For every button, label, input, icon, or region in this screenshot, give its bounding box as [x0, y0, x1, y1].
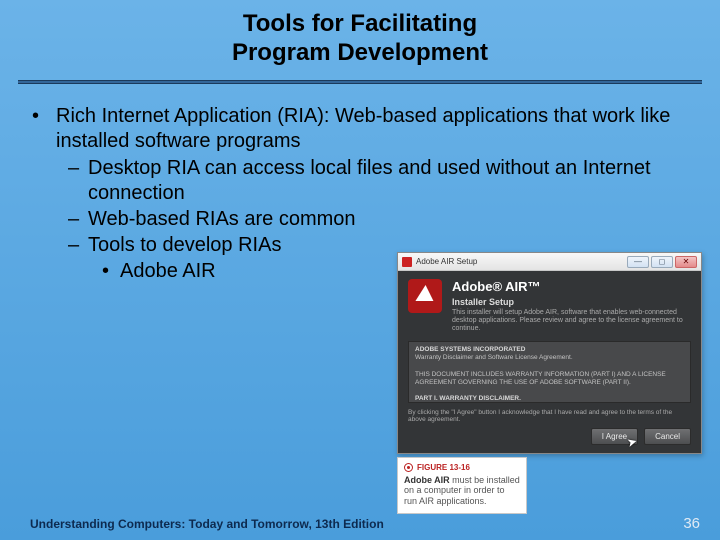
maximize-button[interactable]: ◻	[651, 256, 673, 268]
figure-label-row: FIGURE 13-16	[404, 463, 520, 473]
slide-title-line2: Program Development	[0, 39, 720, 68]
installer-brand: Adobe® AIR™	[452, 279, 691, 294]
bullet-text: Adobe AIR	[120, 259, 216, 284]
installer-footer-note: By clicking the "I Agree" button I ackno…	[408, 409, 672, 423]
bullet-text: Desktop RIA can access local files and u…	[88, 156, 688, 206]
slide-title-area: Tools for Facilitating Program Developme…	[0, 0, 720, 76]
dash-marker: –	[68, 233, 88, 258]
page-number: 36	[683, 515, 700, 532]
bullet-level1: • Rich Internet Application (RIA): Web-b…	[32, 104, 688, 154]
bullet-text: Web-based RIAs are common	[88, 207, 688, 232]
installer-subhead: Installer Setup	[452, 297, 691, 307]
installer-description: This installer will setup Adobe AIR, sof…	[452, 309, 691, 333]
window-titlebar: Adobe AIR Setup — ◻ ✕	[398, 253, 701, 271]
close-button[interactable]: ✕	[675, 256, 697, 268]
bullet-level2: – Web-based RIAs are common	[68, 207, 688, 232]
agree-button[interactable]: I Agree	[591, 428, 638, 445]
minimize-button[interactable]: —	[627, 256, 649, 268]
installer-footer: By clicking the "I Agree" button I ackno…	[398, 403, 701, 453]
license-part-heading: PART I. WARRANTY DISCLAIMER.	[415, 395, 521, 402]
bullet-marker: •	[102, 259, 120, 284]
dash-marker: –	[68, 207, 88, 232]
license-company: ADOBE SYSTEMS INCORPORATED	[415, 346, 525, 353]
installer-window: Adobe AIR Setup — ◻ ✕ Adobe® AIR™ Instal…	[397, 252, 702, 454]
bullet-text: Rich Internet Application (RIA): Web-bas…	[56, 104, 688, 154]
window-title: Adobe AIR Setup	[416, 257, 477, 266]
bullet-level2: – Desktop RIA can access local files and…	[68, 156, 688, 206]
figure-caption: FIGURE 13-16 Adobe AIR must be installed…	[397, 457, 527, 514]
license-subtitle: Warranty Disclaimer and Software License…	[415, 354, 573, 361]
adobe-air-logo-icon	[408, 279, 442, 313]
installer-body: Adobe® AIR™ Installer Setup This install…	[398, 271, 701, 453]
installer-header: Adobe® AIR™ Installer Setup This install…	[398, 271, 701, 339]
license-textbox[interactable]: ADOBE SYSTEMS INCORPORATED Warranty Disc…	[408, 341, 691, 403]
slide-title-line1: Tools for Facilitating	[0, 10, 720, 39]
bullet-dot-icon	[404, 463, 413, 472]
figure-area: Adobe AIR Setup — ◻ ✕ Adobe® AIR™ Instal…	[397, 252, 702, 514]
bullet-marker: •	[32, 104, 56, 154]
license-paragraph: THIS DOCUMENT INCLUDES WARRANTY INFORMAT…	[415, 371, 666, 386]
figure-number: FIGURE 13-16	[417, 463, 470, 473]
cancel-button[interactable]: Cancel	[644, 428, 691, 445]
app-icon	[402, 257, 412, 267]
footer-text: Understanding Computers: Today and Tomor…	[30, 517, 384, 531]
caption-title: Adobe AIR	[404, 475, 450, 485]
dash-marker: –	[68, 156, 88, 206]
slide-footer: Understanding Computers: Today and Tomor…	[0, 507, 720, 540]
